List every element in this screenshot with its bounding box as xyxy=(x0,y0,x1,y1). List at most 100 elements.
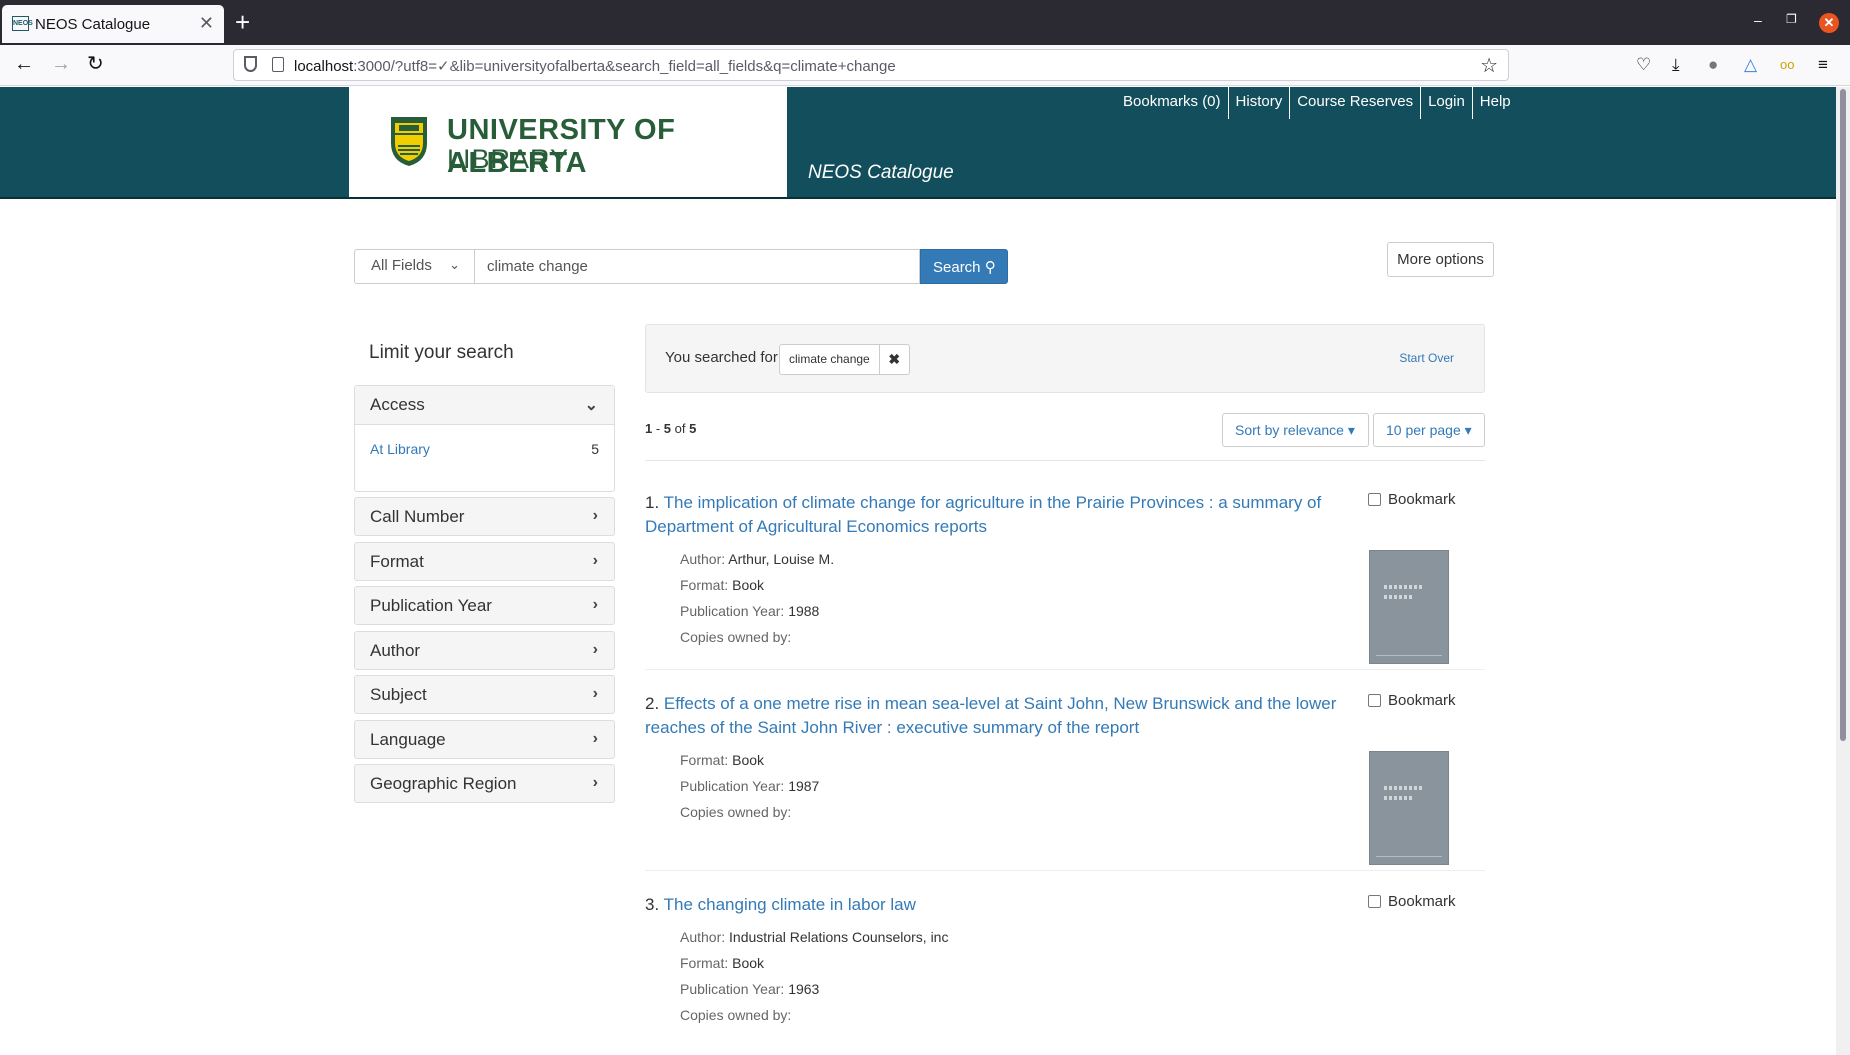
search-button[interactable]: Search ⚲ xyxy=(920,249,1008,284)
range-end: 5 xyxy=(663,421,672,436)
bookmark-label: Bookmark xyxy=(1388,893,1456,910)
chevron-right-icon: › xyxy=(592,641,598,658)
page-info-icon[interactable] xyxy=(272,57,284,72)
meta-key: Author: xyxy=(680,929,726,945)
facet-label: Author xyxy=(370,641,421,660)
header-nav: Bookmarks (0) History Course Reserves Lo… xyxy=(1116,87,1518,119)
meta-key: Copies owned by: xyxy=(680,804,792,820)
search-form: All Fields ⌄ Search ⚲ xyxy=(354,249,1008,284)
bookmark-checkbox[interactable] xyxy=(1368,694,1381,707)
meta-key: Format: xyxy=(680,577,729,593)
neos-favicon-icon: NEOS xyxy=(12,16,33,31)
downloads-icon[interactable]: ⤓ xyxy=(1672,56,1680,73)
document-title: 2. Effects of a one metre rise in mean s… xyxy=(645,692,1345,740)
url-path: :3000/?utf8=✓&lib=universityofalberta&se… xyxy=(353,58,896,75)
extension-circle-icon[interactable]: ● xyxy=(1708,56,1718,73)
search-icon: ⚲ xyxy=(984,258,996,276)
meta-key: Publication Year: xyxy=(680,981,785,997)
university-crest-icon xyxy=(391,117,427,166)
nav-course-reserves[interactable]: Course Reserves xyxy=(1290,87,1422,119)
facet-publication-year[interactable]: Publication Year › xyxy=(354,586,615,625)
document-title-link[interactable]: The implication of climate change for ag… xyxy=(645,493,1321,536)
browser-tab[interactable]: NEOS NEOS Catalogue ✕ xyxy=(2,5,224,43)
facet-author[interactable]: Author › xyxy=(354,631,615,670)
search-field-select[interactable]: All Fields ⌄ xyxy=(354,249,475,284)
browser-nav-bar: ← → ↻ localhost:3000/?utf8=✓&lib=univers… xyxy=(0,45,1850,86)
facet-item-count: 5 xyxy=(591,441,599,457)
address-bar[interactable]: localhost:3000/?utf8=✓&lib=universityofa… xyxy=(233,49,1509,81)
scrollbar-thumb[interactable] xyxy=(1840,89,1846,741)
constraint-chip: climate change ✖ xyxy=(779,344,910,375)
url-text[interactable]: localhost:3000/?utf8=✓&lib=universityofa… xyxy=(294,57,896,75)
bookmark-toggle[interactable]: Bookmark xyxy=(1368,692,1456,709)
sidebar-title: Limit your search xyxy=(369,342,514,363)
divider xyxy=(645,870,1485,871)
range-start: 1 xyxy=(645,421,653,436)
pocket-icon[interactable]: ♡ xyxy=(1636,56,1651,73)
document-number: 3. xyxy=(645,895,660,914)
tab-title: NEOS Catalogue xyxy=(35,16,151,33)
document-copies: Copies owned by: xyxy=(680,629,791,645)
forward-icon[interactable]: → xyxy=(51,54,71,74)
document-copies: Copies owned by: xyxy=(680,1007,791,1023)
page-scrollbar[interactable] xyxy=(1836,87,1850,1055)
bookmark-toggle[interactable]: Bookmark xyxy=(1368,491,1456,508)
facet-format[interactable]: Format › xyxy=(354,542,615,581)
restore-icon[interactable]: ❐ xyxy=(1786,12,1797,26)
document-title-link[interactable]: Effects of a one metre rise in mean sea-… xyxy=(645,694,1336,737)
window-close-icon[interactable]: ✕ xyxy=(1819,13,1839,33)
catalogue-name[interactable]: NEOS Catalogue xyxy=(808,162,954,184)
new-tab-icon[interactable]: + xyxy=(235,7,250,38)
reload-icon[interactable]: ↻ xyxy=(87,54,104,74)
more-options-button[interactable]: More options xyxy=(1387,242,1494,277)
library-logo[interactable]: UNIVERSITY OF ALBERTA LIBRARY xyxy=(349,87,787,197)
browser-tab-bar: NEOS NEOS Catalogue ✕ + – ❐ ✕ xyxy=(0,0,1850,45)
facet-subject[interactable]: Subject › xyxy=(354,675,615,714)
document-title-link[interactable]: The changing climate in labor law xyxy=(664,895,916,914)
minimize-icon[interactable]: – xyxy=(1754,12,1762,28)
book-cover-thumbnail[interactable] xyxy=(1369,550,1449,664)
constraint-value[interactable]: climate change xyxy=(779,344,880,375)
facet-geographic-region[interactable]: Geographic Region › xyxy=(354,764,615,803)
meta-key: Publication Year: xyxy=(680,603,785,619)
extension-glasses-icon[interactable]: oo xyxy=(1780,56,1794,73)
divider xyxy=(645,460,1485,461)
tab-close-icon[interactable]: ✕ xyxy=(199,13,214,34)
extension-triangle-icon[interactable]: △ xyxy=(1744,56,1757,73)
sort-dropdown[interactable]: Sort by relevance ▾ xyxy=(1222,413,1369,447)
meta-key: Author: xyxy=(680,551,726,567)
nav-bookmarks[interactable]: Bookmarks (0) xyxy=(1116,87,1229,119)
facet-call-number[interactable]: Call Number › xyxy=(354,497,615,536)
facet-access-header[interactable]: Access ⌄ xyxy=(355,386,614,425)
bookmark-label: Bookmark xyxy=(1388,692,1456,709)
facet-label: Geographic Region xyxy=(370,774,517,793)
search-input[interactable] xyxy=(475,249,920,284)
book-cover-thumbnail[interactable] xyxy=(1369,751,1449,865)
nav-login[interactable]: Login xyxy=(1421,87,1473,119)
page-entries: 1 - 5 of 5 xyxy=(645,421,697,436)
shield-icon[interactable] xyxy=(244,56,257,72)
bookmark-toggle[interactable]: Bookmark xyxy=(1368,893,1456,910)
document-number: 1. xyxy=(645,493,660,512)
url-host: localhost xyxy=(294,58,354,75)
chevron-right-icon: › xyxy=(592,552,598,569)
chevron-right-icon: › xyxy=(592,774,598,791)
start-over-link[interactable]: Start Over xyxy=(1399,351,1454,365)
meta-value: Book xyxy=(732,577,765,593)
bookmark-star-icon[interactable]: ☆ xyxy=(1480,53,1498,78)
nav-help[interactable]: Help xyxy=(1473,87,1518,119)
search-field-value: All Fields xyxy=(371,257,432,274)
per-page-dropdown[interactable]: 10 per page ▾ xyxy=(1373,413,1485,447)
facet-language[interactable]: Language › xyxy=(354,720,615,759)
document-year: Publication Year: 1963 xyxy=(680,981,819,997)
nav-history[interactable]: History xyxy=(1229,87,1291,119)
bookmark-checkbox[interactable] xyxy=(1368,493,1381,506)
range-of: of xyxy=(674,421,686,436)
remove-constraint-icon[interactable]: ✖ xyxy=(879,344,910,375)
meta-key: Format: xyxy=(680,955,729,971)
back-icon[interactable]: ← xyxy=(14,54,34,74)
divider xyxy=(645,669,1485,670)
bookmark-checkbox[interactable] xyxy=(1368,895,1381,908)
menu-icon[interactable]: ≡ xyxy=(1818,56,1828,73)
facet-item-at-library[interactable]: At Library xyxy=(370,441,430,457)
